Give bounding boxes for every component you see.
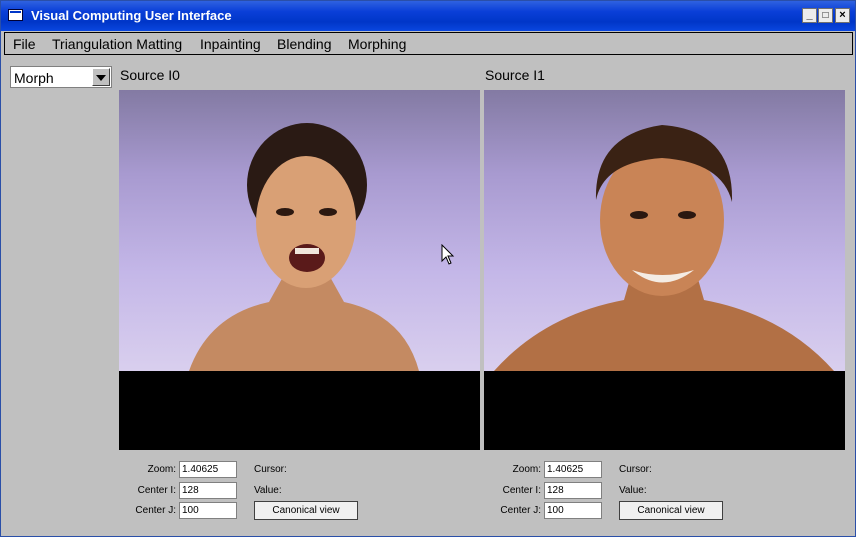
center-j-label: Center J: (500, 505, 541, 516)
image-viewer-1[interactable] (484, 90, 845, 450)
mode-select-value: Morph (14, 70, 54, 86)
zoom-field[interactable]: 1.40625 (544, 461, 602, 478)
image-viewer-0[interactable] (119, 90, 480, 450)
value-label: Value: (254, 485, 282, 496)
menu-morphing[interactable]: Morphing (348, 36, 406, 52)
menu-triangulation-matting[interactable]: Triangulation Matting (52, 36, 182, 52)
title-bar[interactable]: Visual Computing User Interface _ □ × (1, 1, 855, 31)
value-label: Value: (619, 485, 647, 496)
zoom-label: Zoom: (147, 464, 176, 475)
menu-blending[interactable]: Blending (277, 36, 332, 52)
center-i-field[interactable]: 128 (179, 482, 237, 499)
menu-file[interactable]: File (13, 36, 36, 52)
app-window: Visual Computing User Interface _ □ × Fi… (0, 0, 856, 537)
chevron-down-icon[interactable] (92, 68, 110, 86)
center-j-label: Center J: (135, 505, 176, 516)
center-j-field[interactable]: 100 (179, 502, 237, 519)
center-i-label: Center I: (137, 485, 176, 496)
panel-caption: Source I1 (485, 67, 545, 83)
canonical-view-button[interactable]: Canonical view (254, 501, 358, 520)
window-title: Visual Computing User Interface (31, 8, 232, 23)
cursor-label: Cursor: (254, 464, 287, 475)
close-icon[interactable]: × (835, 8, 850, 23)
zoom-label: Zoom: (512, 464, 541, 475)
panel-caption: Source I0 (120, 67, 180, 83)
menu-bar: File Triangulation Matting Inpainting Bl… (4, 32, 853, 55)
zoom-field[interactable]: 1.40625 (179, 461, 237, 478)
center-i-label: Center I: (502, 485, 541, 496)
mode-select[interactable]: Morph (10, 66, 112, 88)
source-panel-1: Source I1 Zoom: 1.40625 Center I: 128 Ce… (484, 66, 845, 536)
app-window-icon (8, 9, 23, 21)
menu-inpainting[interactable]: Inpainting (200, 36, 261, 52)
cursor-label: Cursor: (619, 464, 652, 475)
mouse-pointer-icon (441, 244, 455, 265)
center-j-field[interactable]: 100 (544, 502, 602, 519)
source-photo-woman (119, 90, 480, 371)
source-panel-0: Source I0 Zoom: 1.40625 Center I: 128 Ce… (119, 66, 480, 536)
source-photo-man (484, 90, 845, 371)
center-i-field[interactable]: 128 (544, 482, 602, 499)
canonical-view-button[interactable]: Canonical view (619, 501, 723, 520)
maximize-icon[interactable]: □ (818, 8, 833, 23)
minimize-icon[interactable]: _ (802, 8, 817, 23)
